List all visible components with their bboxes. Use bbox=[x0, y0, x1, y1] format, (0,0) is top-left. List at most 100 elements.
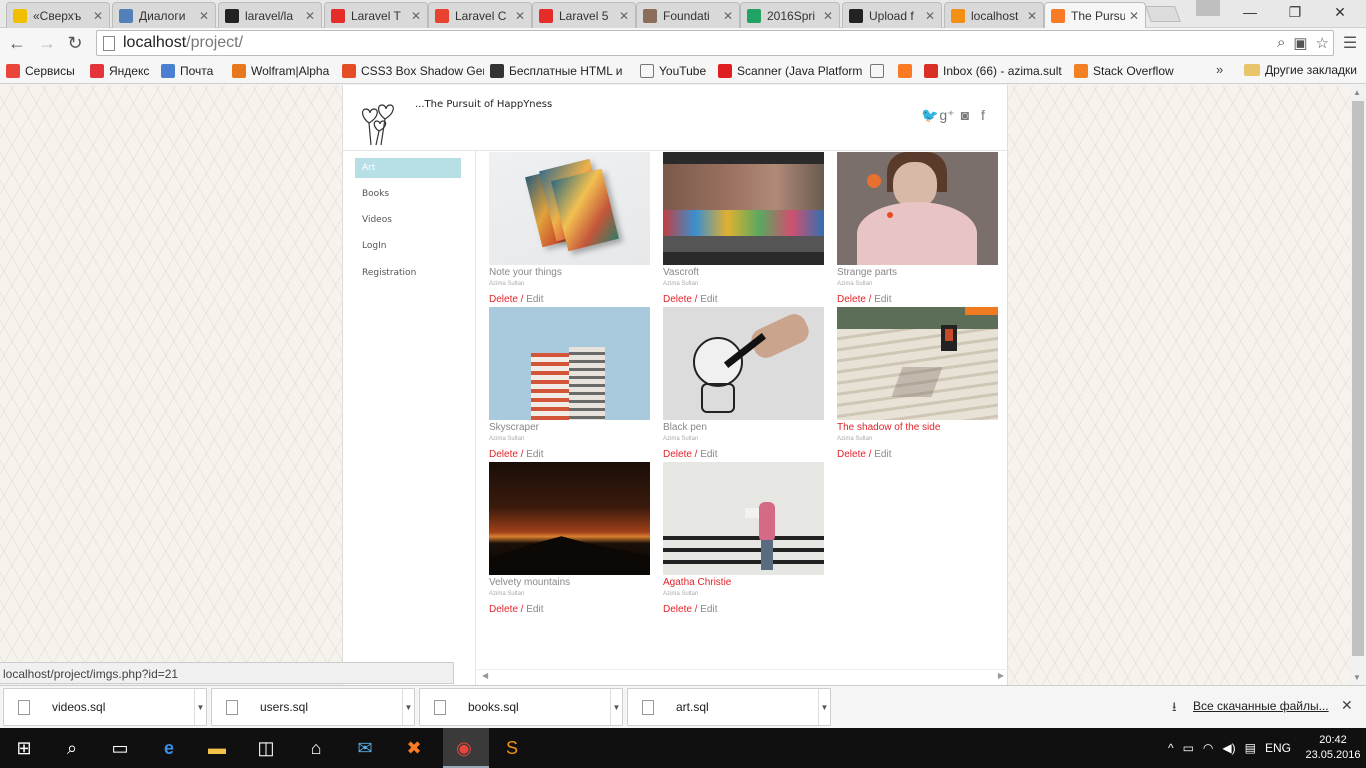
bookmark-item[interactable]: CSS3 Box Shadow Ger bbox=[336, 63, 484, 78]
bookmark-item[interactable]: Почта bbox=[155, 63, 226, 78]
bookmark-item[interactable] bbox=[892, 63, 918, 78]
art-thumbnail[interactable] bbox=[489, 307, 650, 420]
art-title[interactable]: Agatha Christie bbox=[663, 577, 731, 588]
translate-icon[interactable]: ▣ bbox=[1293, 34, 1307, 52]
facebook-icon[interactable]: f bbox=[975, 107, 991, 124]
bookmark-item[interactable]: Wolfram|Alpha bbox=[226, 63, 336, 78]
art-thumbnail[interactable] bbox=[489, 152, 650, 265]
nav-item-registration[interactable]: Registration bbox=[355, 263, 461, 283]
edit-link[interactable]: Edit bbox=[526, 449, 543, 460]
art-title[interactable]: Skyscraper bbox=[489, 422, 539, 433]
browser-tab[interactable]: 2016Spri ✕ bbox=[740, 2, 840, 28]
bookmarks-overflow-button[interactable]: » bbox=[1216, 62, 1223, 77]
content-horizontal-scrollbar[interactable]: ◀ ▶ bbox=[477, 669, 1009, 683]
browser-tab[interactable]: Laravel T ✕ bbox=[324, 2, 428, 28]
browser-tab[interactable]: localhost ✕ bbox=[944, 2, 1044, 28]
bookmark-item[interactable]: Inbox (66) - azima.sult bbox=[918, 63, 1068, 78]
scroll-right-arrow-icon[interactable]: ▶ bbox=[998, 671, 1004, 680]
download-item[interactable]: videos.sql ▼ bbox=[3, 688, 207, 726]
close-icon[interactable]: ✕ bbox=[619, 9, 629, 23]
delete-link[interactable]: Delete bbox=[663, 604, 692, 615]
close-icon[interactable]: ✕ bbox=[925, 9, 935, 23]
google-plus-icon[interactable]: g⁺ bbox=[939, 107, 955, 124]
delete-link[interactable]: Delete bbox=[663, 449, 692, 460]
art-title[interactable]: Velvety mountains bbox=[489, 577, 570, 588]
restore-button[interactable]: ❐ bbox=[1273, 0, 1317, 24]
close-icon[interactable]: ✕ bbox=[305, 9, 315, 23]
task-view-icon[interactable]: ▭ bbox=[106, 734, 134, 762]
browser-tab-active[interactable]: The Pursu ✕ bbox=[1044, 2, 1146, 29]
bookmark-item[interactable]: Яндекс bbox=[84, 63, 155, 78]
delete-link[interactable]: Delete bbox=[663, 294, 692, 305]
clock[interactable]: 20:42 23.05.2016 bbox=[1300, 733, 1366, 763]
wifi-icon[interactable]: ◠ bbox=[1203, 741, 1213, 755]
other-bookmarks-folder[interactable]: Другие закладки bbox=[1244, 63, 1357, 77]
chevron-down-icon[interactable]: ▼ bbox=[194, 689, 206, 725]
close-icon[interactable]: ✕ bbox=[199, 9, 209, 23]
balloon-hearts-logo-icon[interactable] bbox=[357, 101, 403, 147]
nav-item-login[interactable]: LogIn bbox=[355, 236, 461, 256]
edit-link[interactable]: Edit bbox=[700, 294, 717, 305]
close-icon[interactable]: ✕ bbox=[1341, 697, 1353, 714]
art-thumbnail[interactable] bbox=[663, 462, 824, 575]
nav-item-videos[interactable]: Videos bbox=[355, 210, 461, 230]
art-title[interactable]: The shadow of the side bbox=[837, 422, 940, 433]
close-icon[interactable]: ✕ bbox=[723, 9, 733, 23]
edit-link[interactable]: Edit bbox=[700, 604, 717, 615]
edit-link[interactable]: Edit bbox=[526, 294, 543, 305]
close-icon[interactable]: ✕ bbox=[411, 9, 421, 23]
art-thumbnail[interactable] bbox=[837, 307, 998, 420]
bookmark-item[interactable] bbox=[864, 63, 892, 78]
instagram-icon[interactable]: ◙ bbox=[957, 107, 973, 124]
window-close-button[interactable]: ✕ bbox=[1318, 0, 1362, 24]
art-title[interactable]: Vascroft bbox=[663, 267, 699, 278]
close-icon[interactable]: ✕ bbox=[1129, 9, 1139, 23]
art-title[interactable]: Black pen bbox=[663, 422, 707, 433]
delete-link[interactable]: Delete bbox=[489, 449, 518, 460]
bookmark-item[interactable]: YouTube bbox=[634, 63, 712, 78]
home-icon[interactable]: ⌂ bbox=[302, 734, 330, 762]
show-all-downloads-link[interactable]: Все скачанные файлы... bbox=[1193, 699, 1329, 713]
bookmark-item[interactable]: Scanner (Java Platform bbox=[712, 63, 864, 78]
sublime-text-icon[interactable]: S bbox=[498, 734, 526, 762]
delete-link[interactable]: Delete bbox=[489, 604, 518, 615]
notifications-icon[interactable]: ▤ bbox=[1245, 741, 1256, 755]
delete-link[interactable]: Delete bbox=[489, 294, 518, 305]
search-icon[interactable]: ⌕ bbox=[58, 734, 86, 762]
edit-link[interactable]: Edit bbox=[526, 604, 543, 615]
back-arrow-icon[interactable]: ← bbox=[6, 33, 28, 53]
download-item[interactable]: books.sql ▼ bbox=[419, 688, 623, 726]
chrome-icon[interactable]: ◉ bbox=[450, 734, 478, 762]
browser-tab[interactable]: «Сверхъ ✕ bbox=[6, 2, 110, 28]
download-item[interactable]: art.sql ▼ bbox=[627, 688, 831, 726]
art-thumbnail[interactable] bbox=[837, 152, 998, 265]
profile-icon[interactable] bbox=[1196, 0, 1220, 16]
volume-icon[interactable]: ◀) bbox=[1222, 741, 1235, 755]
address-bar[interactable]: localhost/project/ ⌕ ▣ ☆ bbox=[96, 30, 1334, 56]
close-icon[interactable]: ✕ bbox=[93, 9, 103, 23]
bookmark-item[interactable]: Stack Overflow bbox=[1068, 63, 1178, 78]
zoom-icon[interactable]: ⌕ bbox=[1277, 34, 1285, 52]
chevron-down-icon[interactable]: ▼ bbox=[818, 689, 830, 725]
browser-tab[interactable]: Laravel 5 ✕ bbox=[532, 2, 636, 28]
store-icon[interactable]: ◫ bbox=[252, 734, 280, 762]
browser-tab[interactable]: Диалоги ✕ bbox=[112, 2, 216, 28]
chevron-down-icon[interactable]: ▼ bbox=[402, 689, 414, 725]
xampp-icon[interactable]: ✖ bbox=[400, 734, 428, 762]
bookmark-item[interactable]: Бесплатные HTML и bbox=[484, 63, 634, 78]
edge-icon[interactable]: e bbox=[155, 734, 183, 762]
edit-link[interactable]: Edit bbox=[874, 449, 891, 460]
browser-tab[interactable]: Upload f ✕ bbox=[842, 2, 942, 28]
battery-icon[interactable]: ▭ bbox=[1183, 741, 1194, 755]
page-vertical-scrollbar[interactable]: ▲ ▼ bbox=[1350, 85, 1366, 685]
file-explorer-icon[interactable]: ▬ bbox=[203, 734, 231, 762]
bookmark-star-icon[interactable]: ☆ bbox=[1316, 34, 1329, 52]
art-thumbnail[interactable] bbox=[663, 307, 824, 420]
twitter-icon[interactable]: 🐦 bbox=[921, 107, 938, 124]
chrome-menu-icon[interactable]: ☰ bbox=[1340, 33, 1360, 53]
close-icon[interactable]: ✕ bbox=[1027, 9, 1037, 23]
scroll-down-arrow-icon[interactable]: ▼ bbox=[1353, 673, 1361, 682]
scrollbar-thumb[interactable] bbox=[1352, 101, 1364, 656]
windows-start-icon[interactable]: ⊞ bbox=[10, 734, 38, 762]
reload-icon[interactable]: ↻ bbox=[64, 33, 86, 53]
